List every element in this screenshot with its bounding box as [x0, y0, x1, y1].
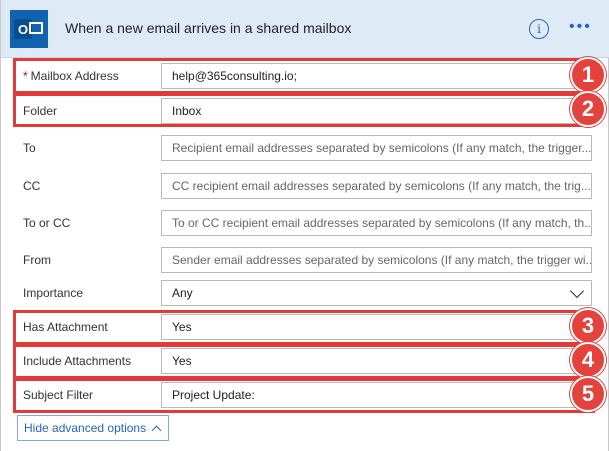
- importance-row: Importance Any: [1, 276, 609, 310]
- from-label: From: [23, 253, 51, 267]
- from-input[interactable]: Sender email addresses separated by semi…: [161, 247, 592, 273]
- card-header[interactable]: O When a new email arrives in a shared m…: [1, 0, 609, 58]
- include-attachments-label: Include Attachments: [23, 354, 132, 368]
- to-label: To: [23, 141, 36, 155]
- cc-row: CC CC recipient email addresses separate…: [1, 169, 609, 203]
- include-attachments-select[interactable]: Yes: [161, 348, 592, 374]
- include-attachments-row: Include Attachments Yes: [1, 344, 609, 378]
- more-options-icon[interactable]: •••: [569, 18, 592, 36]
- annotation-badge-3: 3: [570, 308, 606, 344]
- hide-advanced-options-label: Hide advanced options: [24, 421, 147, 435]
- cc-label: CC: [23, 179, 41, 193]
- cc-input[interactable]: CC recipient email addresses separated b…: [161, 173, 592, 199]
- annotation-badge-2: 2: [570, 91, 606, 127]
- chevron-up-icon: [151, 425, 162, 435]
- has-attachment-label: Has Attachment: [23, 320, 108, 334]
- annotation-badge-4: 4: [570, 342, 606, 378]
- to-or-cc-label: To or CC: [23, 216, 71, 230]
- to-input[interactable]: Recipient email addresses separated by s…: [161, 135, 592, 161]
- folder-input[interactable]: Inbox: [161, 98, 592, 124]
- mailbox-address-label: * Mailbox Address: [23, 69, 119, 83]
- subject-filter-row: Subject Filter Project Update:: [1, 378, 609, 412]
- annotation-badge-5: 5: [570, 376, 606, 412]
- subject-filter-input[interactable]: Project Update:: [161, 382, 592, 408]
- outlook-icon: O: [10, 10, 48, 48]
- trigger-card: O When a new email arrives in a shared m…: [0, 0, 609, 451]
- folder-row: Folder Inbox: [1, 94, 609, 128]
- to-row: To Recipient email addresses separated b…: [1, 131, 609, 165]
- mailbox-address-input[interactable]: help@365consulting.io;: [161, 63, 592, 89]
- has-attachment-row: Has Attachment Yes: [1, 310, 609, 344]
- from-row: From Sender email addresses separated by…: [1, 243, 609, 277]
- folder-label: Folder: [23, 104, 58, 118]
- has-attachment-select[interactable]: Yes: [161, 314, 592, 340]
- annotation-badge-1: 1: [570, 57, 606, 93]
- to-or-cc-input[interactable]: To or CC recipient email addresses separ…: [161, 210, 592, 236]
- importance-label: Importance: [23, 286, 84, 300]
- hide-advanced-options-button[interactable]: Hide advanced options: [17, 415, 169, 441]
- to-or-cc-row: To or CC To or CC recipient email addres…: [1, 206, 609, 240]
- trigger-title: When a new email arrives in a shared mai…: [65, 20, 352, 36]
- info-icon[interactable]: i: [529, 19, 549, 39]
- importance-select[interactable]: Any: [161, 280, 592, 306]
- subject-filter-label: Subject Filter: [23, 388, 94, 402]
- mailbox-address-row: * Mailbox Address help@365consulting.io;: [1, 59, 609, 93]
